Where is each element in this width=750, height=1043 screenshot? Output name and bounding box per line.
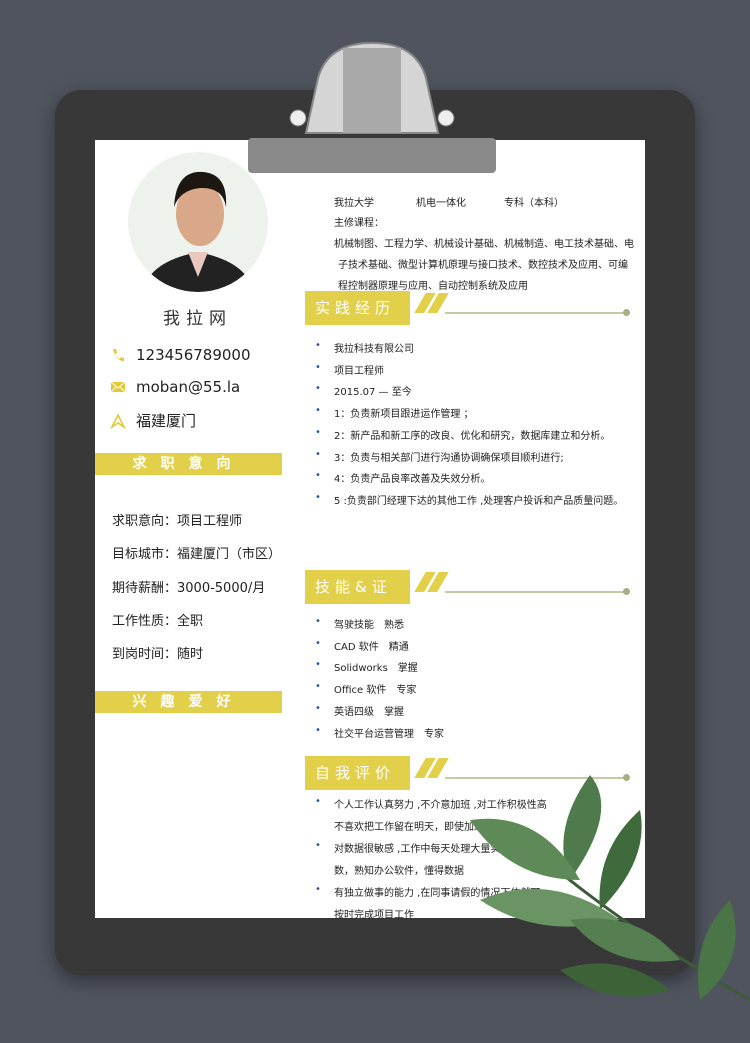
bullet: • [315,637,321,649]
contact-email: moban@55.la [110,378,240,396]
intention-item: 工作性质：全职 [112,614,204,629]
section-header-intention: 求职意向 [95,450,282,478]
location-text: 福建厦门 [136,412,197,430]
list-item: 我拉科技有限公司 [334,344,414,355]
phone-icon [113,349,124,361]
bullet: • [315,840,321,851]
list-item: 按时完成项目工作 [334,910,414,921]
mail-icon [110,381,126,393]
bullet: • [315,659,321,671]
courses-line: 程控制器原理与应用、自动控制系统及应用 [338,281,528,292]
bullet: • [315,491,321,503]
courses-line: 子技术基础、微型计算机原理与接口技术、数控技术及应用、可编 [338,260,628,271]
location-icon [110,412,126,429]
list-item: 4：负责产品良率改善及失效分析。 [334,474,491,486]
avatar [128,152,268,292]
intention-item: 求职意向：项目工程师 [112,514,243,529]
candidate-name: 我拉网 [163,309,232,329]
bullet: • [315,470,321,482]
bullet: • [315,448,321,460]
bullet: • [315,340,321,351]
list-item: 2：新产品和新工序的改良、优化和研究，数据库建立和分析。 [334,430,611,442]
bullet: • [315,426,321,438]
bullet: • [315,702,321,714]
list-item: 2015.07 — 至今 [334,387,412,399]
email-text: moban@55.la [136,378,241,396]
contact-phone: 123456789000 [110,346,251,364]
bullet: • [315,405,321,417]
section-header-skills: 技能&证书 [305,570,635,630]
bullet: • [315,884,321,895]
bullet: • [315,383,321,395]
bullet: • [315,361,321,373]
courses-label: 主修课程： [334,218,384,229]
phone-text: 123456789000 [136,346,251,364]
education-school: 我拉大学 [334,198,374,209]
list-item: 项目工程师 [334,365,384,377]
leaf-decoration-icon [470,775,750,1002]
bullet: • [315,796,321,807]
education-major: 机电一体化 [416,198,466,209]
bullet: • [315,616,321,627]
list-item: CAD 软件 精通 [334,641,409,653]
intention-item: 到岗时间：随时 [112,647,204,662]
list-item: 英语四级 掌握 [334,706,404,718]
list-item: 驾驶技能 熟悉 [334,620,404,631]
list-item: Solidworks 掌握 [334,663,418,675]
section-header-hobbies: 兴趣爱好 [95,688,282,716]
list-item: 1：负责新项目跟进运作管理 ； [334,409,474,421]
list-item: 数，熟知办公软件，懂得数据 [334,866,464,877]
section-header-experience: 实践经历 [305,291,635,325]
intention-item: 目标城市：福建厦门（市区） [112,547,282,562]
list-item: 社交平台运营管理 专家 [334,728,444,740]
list-item: 3：负责与相关部门进行沟通协调确保项目顺利进行; [334,452,564,464]
education-degree: 专科（本科） [504,198,564,209]
bullet: • [315,724,321,736]
intention-item: 期待薪酬：3000-5000/月 [112,581,266,596]
list-item: Office 软件 专家 [334,685,417,697]
courses-line: 机械制图、工程力学、机械设计基础、机械制造、电工技术基础、电 [334,239,634,250]
clip-icon [248,41,496,173]
contact-location: 福建厦门 [110,410,196,431]
bullet: • [315,681,321,693]
list-item: 5 :负责部门经理下达的其他工作 ,处理客户投诉和产品质量问题。 [334,495,624,507]
